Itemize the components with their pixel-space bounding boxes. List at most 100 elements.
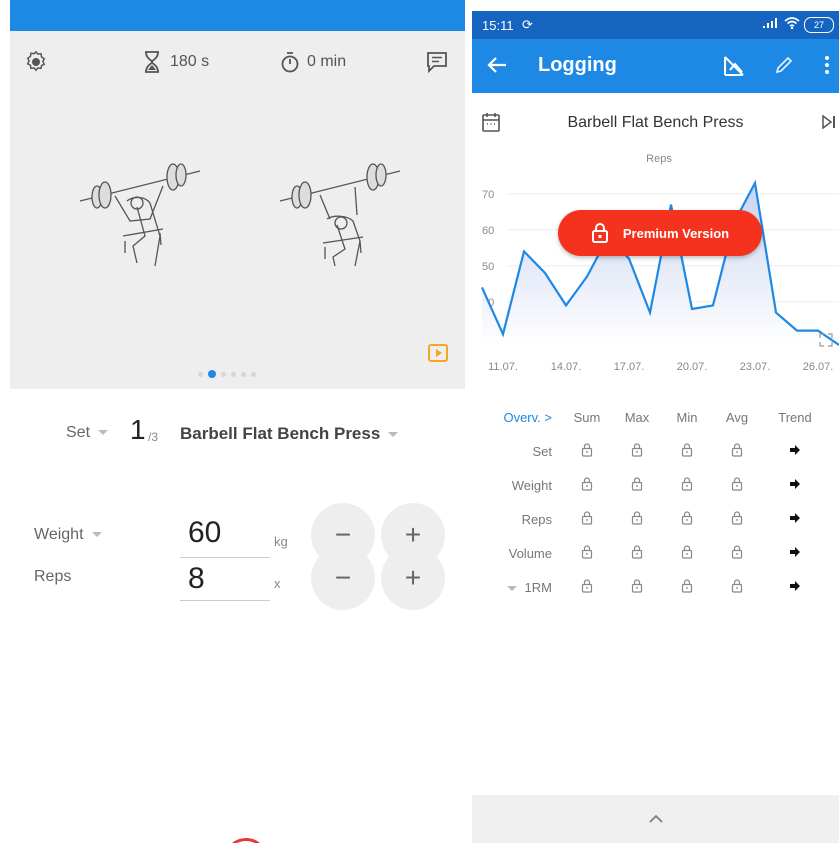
lock-icon[interactable] — [612, 434, 662, 468]
more-vert-icon[interactable] — [824, 55, 830, 80]
stats-row: Set — [472, 434, 828, 468]
weight-dropdown[interactable]: Weight — [34, 526, 102, 544]
settings-icon[interactable] — [24, 49, 48, 75]
stopwatch-icon — [280, 51, 300, 73]
stats-column-header: Max — [624, 409, 650, 425]
lock-icon[interactable] — [712, 468, 762, 502]
weight-input[interactable]: 60 — [188, 516, 221, 550]
app-bar-title: Logging — [538, 54, 617, 76]
lock-icon — [591, 223, 608, 243]
trend-arrow-icon — [762, 434, 828, 468]
stats-row-label: Weight — [511, 477, 552, 493]
bottom-sheet-handle[interactable] — [472, 795, 839, 843]
bench-press-start-illustration — [79, 163, 201, 266]
page-dot-active — [208, 370, 216, 378]
lock-icon[interactable] — [562, 502, 612, 536]
set-total: /3 — [148, 430, 159, 444]
lock-icon[interactable] — [612, 570, 662, 604]
y-tick-label: 70 — [482, 189, 494, 201]
stats-column-header: Avg — [725, 409, 749, 425]
exercise-image-area[interactable]: 180 s 0 min — [10, 31, 465, 389]
exercise-header: Barbell Flat Bench Press — [472, 108, 839, 138]
stats-row: Weight — [472, 468, 828, 502]
reps-chart[interactable]: Reps 3040506070 11.07.14.07.17.07.20.07.… — [472, 145, 839, 380]
stats-row-label: Set — [532, 443, 552, 459]
chevron-down-icon — [91, 532, 102, 538]
lock-icon[interactable] — [712, 536, 762, 570]
set-dropdown[interactable]: Set — [66, 424, 109, 442]
weight-label: Weight — [34, 526, 84, 543]
reps-decrease-button[interactable]: − — [311, 546, 375, 610]
chevron-down-icon — [388, 432, 399, 438]
page-dot — [231, 371, 236, 377]
back-arrow-icon[interactable] — [486, 54, 508, 81]
set-label: Set — [66, 424, 91, 441]
weight-unit: kg — [274, 534, 288, 549]
chart-off-icon[interactable] — [722, 54, 746, 83]
lock-icon[interactable] — [662, 536, 712, 570]
lock-icon[interactable] — [562, 570, 612, 604]
page-dot — [241, 371, 246, 377]
lock-icon[interactable] — [562, 468, 612, 502]
exercise-title: Barbell Flat Bench Press — [567, 114, 744, 131]
lock-icon[interactable] — [562, 536, 612, 570]
trend-arrow-icon — [762, 468, 828, 502]
set-number: 1 — [130, 414, 146, 445]
edit-icon[interactable] — [774, 55, 794, 80]
chevron-down-icon — [98, 430, 109, 436]
stats-row: Reps — [472, 502, 828, 536]
comment-icon[interactable] — [426, 49, 448, 75]
y-tick-label: 50 — [482, 261, 494, 273]
lock-icon[interactable] — [612, 536, 662, 570]
reps-increase-button[interactable]: + — [381, 546, 445, 610]
trend-arrow-icon — [762, 570, 828, 604]
stats-row: 1RM — [472, 570, 828, 604]
page-dot — [198, 371, 203, 377]
lock-icon[interactable] — [612, 502, 662, 536]
rest-timer-value: 180 s — [170, 53, 210, 70]
signal-icon — [762, 17, 778, 32]
lock-icon[interactable] — [712, 502, 762, 536]
exercise-name: Barbell Flat Bench Press — [180, 424, 381, 443]
chart-title: Reps — [646, 153, 672, 165]
x-tick-label: 14.07. — [551, 361, 582, 373]
premium-label: Premium Version — [622, 225, 730, 241]
x-tick-label: 20.07. — [677, 361, 708, 373]
lock-icon[interactable] — [712, 570, 762, 604]
weight-input-underline — [180, 557, 270, 558]
reps-input[interactable]: 8 — [188, 562, 205, 596]
stopwatch-value: 0 min — [307, 53, 347, 70]
stats-table: Overv. > Sum Max Min Avg Trend Set Weight Reps Vo… — [472, 400, 828, 604]
lock-icon[interactable] — [562, 434, 612, 468]
stats-column-header: Min — [676, 409, 698, 425]
overview-link[interactable]: Overv. > — [472, 400, 562, 434]
lock-icon[interactable] — [662, 468, 712, 502]
reps-input-underline — [180, 600, 270, 601]
status-bar: 15:11 ⟳ 27 — [472, 11, 839, 39]
premium-version-button[interactable]: Premium Version — [558, 210, 762, 256]
lock-icon[interactable] — [662, 502, 712, 536]
status-time: 15:11 — [482, 18, 514, 33]
y-tick-label: 60 — [482, 225, 494, 237]
video-play-icon[interactable] — [428, 344, 448, 367]
bench-press-end-illustration — [279, 163, 401, 266]
image-page-indicator[interactable] — [198, 370, 256, 378]
sync-icon: ⟳ — [522, 17, 533, 32]
stopwatch[interactable]: 0 min — [280, 49, 346, 75]
chevron-up-icon — [648, 815, 663, 823]
lock-icon[interactable] — [712, 434, 762, 468]
chevron-down-icon — [506, 585, 517, 591]
x-tick-label: 17.07. — [614, 361, 645, 373]
lock-icon[interactable] — [662, 570, 712, 604]
exercise-dropdown[interactable]: Barbell Flat Bench Press — [180, 424, 399, 444]
skip-next-icon[interactable] — [822, 114, 836, 135]
battery-indicator: 27 — [804, 17, 834, 33]
floating-action-button[interactable] — [224, 838, 268, 843]
wifi-icon — [784, 17, 800, 32]
hourglass-icon — [142, 51, 162, 73]
rest-timer[interactable]: 180 s — [142, 49, 209, 75]
lock-icon[interactable] — [612, 468, 662, 502]
page-dot — [221, 371, 226, 377]
lock-icon[interactable] — [662, 434, 712, 468]
stats-row-label[interactable]: 1RM — [472, 570, 562, 604]
